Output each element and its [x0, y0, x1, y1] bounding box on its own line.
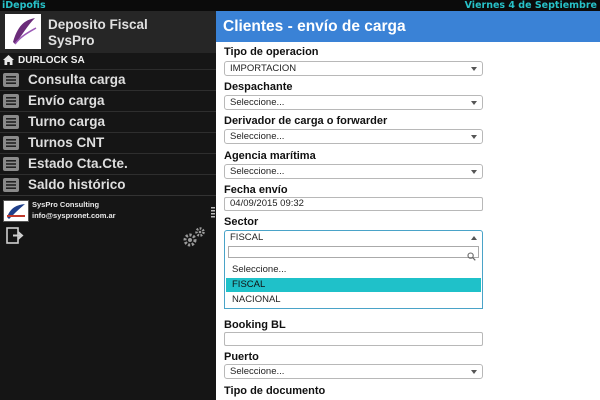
puerto-select[interactable]: Seleccione...: [224, 364, 483, 379]
app-name: iDepofis: [2, 0, 46, 11]
menu-item-saldo-historico[interactable]: Saldo histórico: [0, 175, 216, 196]
consultant-info: SysPro Consulting info@syspronet.com.ar: [0, 195, 216, 226]
agencia-select[interactable]: Seleccione...: [224, 164, 483, 179]
chevron-down-icon: [471, 370, 477, 374]
brand-title: Deposito Fiscal SysPro: [48, 17, 148, 48]
menu-item-label: Turno carga: [28, 114, 106, 129]
menu-item-turno-carga[interactable]: Turno carga: [0, 112, 216, 133]
booking-bl-label: Booking BL: [224, 319, 286, 331]
option-nacional[interactable]: NACIONAL: [226, 293, 481, 307]
syspro-logo: [5, 14, 41, 49]
derivador-select[interactable]: Seleccione...: [224, 129, 483, 144]
list-icon: [3, 73, 19, 92]
main-menu: Consulta carga Envío carga Turno carga T…: [0, 70, 216, 196]
sector-label: Sector: [224, 216, 259, 228]
list-icon: [3, 136, 19, 155]
main-panel: Clientes - envío de carga Tipo de operac…: [216, 11, 600, 400]
list-icon: [3, 94, 19, 113]
chevron-down-icon: [471, 67, 477, 71]
menu-item-turnos-cnt[interactable]: Turnos CNT: [0, 133, 216, 154]
menu-item-envio-carga[interactable]: Envío carga: [0, 91, 216, 112]
menu-item-label: Turnos CNT: [28, 135, 105, 150]
resize-handle-icon[interactable]: [211, 206, 215, 224]
booking-bl-input[interactable]: [224, 332, 483, 346]
option-fiscal[interactable]: FISCAL: [226, 278, 481, 292]
syspro-consulting-logo: [3, 200, 29, 222]
menu-item-consulta-carga[interactable]: Consulta carga: [0, 70, 216, 91]
agencia-label: Agencia marítima: [224, 150, 316, 162]
brand-header: Deposito Fiscal SysPro: [0, 11, 216, 53]
sector-search-input[interactable]: [228, 246, 479, 261]
tipo-operacion-label: Tipo de operacion: [224, 46, 319, 58]
logout-icon[interactable]: [6, 227, 26, 250]
option-seleccione[interactable]: Seleccione...: [226, 263, 481, 277]
consultant-email[interactable]: info@syspronet.com.ar: [32, 210, 116, 221]
menu-item-label: Envío carga: [28, 93, 105, 108]
derivador-label: Derivador de carga o forwarder: [224, 115, 388, 127]
sector-dropdown: Seleccione... FISCAL NACIONAL: [224, 243, 483, 309]
chevron-down-icon: [471, 170, 477, 174]
tipo-operacion-select[interactable]: IMPORTACION: [224, 61, 483, 76]
menu-item-label: Estado Cta.Cte.: [28, 156, 128, 171]
company-bar: DURLOCK SA: [0, 53, 216, 70]
despachante-label: Despachante: [224, 81, 293, 93]
settings-gears-icon[interactable]: [181, 226, 207, 253]
status-bar: iDepofis Viernes 4 de Septiembre: [0, 0, 600, 11]
list-icon: [3, 115, 19, 134]
fecha-envio-input[interactable]: 04/09/2015 09:32: [224, 197, 483, 211]
menu-item-label: Saldo histórico: [28, 177, 126, 192]
chevron-down-icon: [471, 135, 477, 139]
menu-item-label: Consulta carga: [28, 72, 126, 87]
despachante-select[interactable]: Seleccione...: [224, 95, 483, 110]
current-date: Viernes 4 de Septiembre: [464, 0, 597, 11]
menu-item-estado-cta-cte[interactable]: Estado Cta.Cte.: [0, 154, 216, 175]
puerto-label: Puerto: [224, 351, 259, 363]
chevron-up-icon: [471, 236, 477, 240]
page-title: Clientes - envío de carga: [223, 18, 406, 35]
tipo-documento-label: Tipo de documento: [224, 385, 326, 397]
fecha-envio-label: Fecha envío: [224, 184, 288, 196]
consultant-name: SysPro Consulting: [32, 200, 100, 209]
company-name: DURLOCK SA: [18, 55, 85, 66]
sidebar: Deposito Fiscal SysPro DURLOCK SA Consul…: [0, 11, 216, 400]
page-header: Clientes - envío de carga: [216, 11, 600, 42]
list-icon: [3, 157, 19, 176]
chevron-down-icon: [471, 101, 477, 105]
consultant-text: SysPro Consulting info@syspronet.com.ar: [32, 199, 116, 221]
